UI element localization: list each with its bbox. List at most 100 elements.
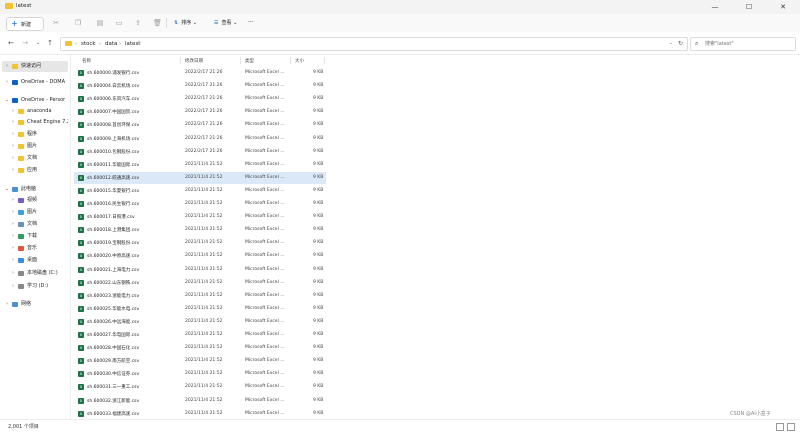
table-row[interactable]: x sh.600010.包钢股份.csv 2022/2/17 21:26 Micros… [74, 146, 326, 158]
table-row[interactable]: x sh.600008.首创环保.csv 2022/2/17 21:26 Micros… [74, 119, 326, 131]
details-view-icon[interactable] [776, 423, 784, 431]
sidebar-item[interactable]: › 学习 (D:) [2, 281, 68, 292]
search-input[interactable] [705, 39, 791, 48]
column-divider[interactable] [180, 57, 181, 64]
expand-chevron-icon[interactable]: › [10, 268, 16, 279]
sidebar-item[interactable]: › 图片 [2, 207, 68, 218]
expand-chevron-icon[interactable]: › [10, 106, 16, 117]
expand-chevron-icon[interactable]: › [10, 231, 16, 242]
column-divider[interactable] [290, 57, 291, 64]
expand-chevron-icon[interactable]: › [10, 153, 16, 164]
column-header-type[interactable]: 类型 [245, 58, 254, 64]
sidebar-item[interactable]: › Cheat Engine 7.2 [2, 117, 68, 128]
expand-chevron-icon[interactable]: › [10, 117, 16, 128]
sidebar-item[interactable]: › 下载 [2, 231, 68, 242]
expand-chevron-icon[interactable]: › [4, 77, 10, 88]
table-row[interactable]: x sh.600009.上海机场.csv 2022/2/17 21:26 Micros… [74, 133, 326, 145]
sidebar-item[interactable]: › 桌面 [2, 255, 68, 266]
breadcrumb-data[interactable]: data [105, 41, 117, 47]
sidebar-item[interactable]: › 程序 [2, 129, 68, 140]
close-button[interactable]: ✕ [766, 0, 800, 14]
forward-arrow-icon[interactable]: → [20, 39, 30, 47]
column-header-name[interactable]: 名称 [82, 58, 91, 64]
breadcrumb-latest[interactable]: latest [125, 41, 140, 47]
column-header-date[interactable]: 修改日期 [185, 58, 203, 64]
table-row[interactable]: x sh.600032.浙江新能.csv 2021/11/4 21:52 Micros… [74, 395, 326, 407]
expand-chevron-icon[interactable]: › [4, 61, 10, 72]
expand-chevron-icon[interactable]: › [10, 281, 16, 292]
sidebar-item[interactable]: › 音乐 [2, 243, 68, 254]
table-row[interactable]: x sh.600033.福建高速.csv 2021/11/4 21:52 Micros… [74, 408, 326, 419]
column-divider[interactable] [240, 57, 241, 64]
table-row[interactable]: x sh.600027.华电国际.csv 2021/11/4 21:52 Micros… [74, 329, 326, 341]
table-row[interactable]: x sh.600022.山东钢铁.csv 2021/11/4 21:52 Micros… [74, 277, 326, 289]
paste-icon[interactable]: ▤ [96, 19, 104, 27]
sidebar-item[interactable]: › OneDrive - DOMA [2, 77, 68, 88]
table-row[interactable]: x sh.600007.中国国贸.csv 2022/2/17 21:26 Micros… [74, 106, 326, 118]
sidebar-item[interactable]: › 文档 [2, 219, 68, 230]
table-row[interactable]: x sh.600019.宝钢股份.csv 2021/11/4 21:52 Micros… [74, 237, 326, 249]
cut-icon[interactable]: ✂ [52, 19, 60, 27]
sidebar-item[interactable]: › 应用 [2, 165, 68, 176]
expand-chevron-icon[interactable]: › [10, 207, 16, 218]
sidebar-item[interactable]: › 图片 [2, 141, 68, 152]
sort-dropdown[interactable]: ⇅ 排序 ⌄ [174, 19, 197, 27]
table-row[interactable]: x sh.600026.中远海能.csv 2021/11/4 21:52 Micros… [74, 316, 326, 328]
expand-chevron-icon[interactable]: › [10, 129, 16, 140]
table-row[interactable]: x sh.600017.日照港.csv 2021/11/4 21:52 Microso… [74, 211, 326, 223]
minimize-button[interactable]: — [698, 0, 732, 14]
sidebar-item[interactable]: › 视频 [2, 195, 68, 206]
expand-chevron-icon[interactable]: › [10, 165, 16, 176]
table-row[interactable]: x sh.600004.白云机场.csv 2022/2/17 21:26 Micros… [74, 80, 326, 92]
rename-icon[interactable]: ▭ [115, 19, 123, 27]
copy-icon[interactable]: ❐ [74, 19, 82, 27]
table-row[interactable]: x sh.600029.南方航空.csv 2021/11/4 21:52 Micros… [74, 355, 326, 367]
view-dropdown[interactable]: ☰ 查看 ⌄ [214, 19, 237, 27]
new-button[interactable]: + 新建 [6, 17, 44, 31]
table-row[interactable]: x sh.600015.华夏银行.csv 2021/11/4 21:52 Micros… [74, 185, 326, 197]
search-box[interactable]: ⌕ [690, 37, 796, 51]
more-options-button[interactable]: ··· [248, 19, 254, 27]
sidebar-item[interactable]: › 网络 [2, 299, 68, 310]
sidebar-item[interactable]: › 本地磁盘 (C:) [2, 268, 68, 279]
table-row[interactable]: x sh.600011.华能国际.csv 2021/11/4 21:52 Micros… [74, 159, 326, 171]
breadcrumb-stock[interactable]: stock [81, 41, 96, 47]
column-divider[interactable] [324, 57, 325, 64]
table-row[interactable]: x sh.600028.中国石化.csv 2021/11/4 21:52 Micros… [74, 342, 326, 354]
table-row[interactable]: x sh.600031.三一重工.csv 2021/11/4 21:52 Micros… [74, 381, 326, 393]
expand-chevron-icon[interactable]: › [10, 219, 16, 230]
address-box[interactable]: › stock › data › latest ⌄ ↻ [60, 37, 688, 51]
table-row[interactable]: x sh.600030.中信证券.csv 2021/11/4 21:52 Micros… [74, 368, 326, 380]
table-row[interactable]: x sh.600016.民生银行.csv 2021/11/4 21:52 Micros… [74, 198, 326, 210]
expand-chevron-icon[interactable]: › [4, 299, 10, 310]
refresh-icon[interactable]: ↻ [678, 40, 683, 47]
expand-chevron-icon[interactable]: › [10, 243, 16, 254]
table-row[interactable]: x sh.600000.浦发银行.csv 2022/2/17 21:26 Micros… [74, 67, 326, 79]
table-row[interactable]: x sh.600012.皖通高速.csv 2021/11/4 21:52 Micros… [74, 171, 326, 184]
expand-chevron-icon[interactable]: › [10, 255, 16, 266]
expand-chevron-icon[interactable]: ⌄ [4, 95, 10, 106]
sidebar-item[interactable]: › anaconda [2, 106, 68, 117]
sidebar-item[interactable]: › 文档 [2, 153, 68, 164]
column-header-size[interactable]: 大小 [295, 58, 304, 64]
sidebar-item[interactable]: › 快速访问 [2, 61, 68, 72]
table-row[interactable]: x sh.600025.华能水电.csv 2021/11/4 21:52 Micros… [74, 303, 326, 315]
address-dropdown-icon[interactable]: ⌄ [669, 40, 673, 46]
sidebar-item[interactable]: ⌄ OneDrive - Persor [2, 95, 68, 106]
expand-chevron-icon[interactable]: › [10, 141, 16, 152]
table-row[interactable]: x sh.600023.浙能电力.csv 2021/11/4 21:52 Micros… [74, 290, 326, 302]
expand-chevron-icon[interactable]: › [10, 195, 16, 206]
sidebar-item[interactable]: ⌄ 此电脑 [2, 184, 68, 195]
back-arrow-icon[interactable]: ← [6, 39, 16, 47]
maximize-button[interactable]: ☐ [732, 0, 766, 14]
recent-chevron-icon[interactable]: ⌄ [33, 39, 43, 47]
share-icon[interactable]: ⇪ [134, 19, 142, 27]
table-row[interactable]: x sh.600006.东风汽车.csv 2022/2/17 21:26 Micros… [74, 93, 326, 105]
table-row[interactable]: x sh.600021.上海电力.csv 2021/11/4 21:52 Micros… [74, 264, 326, 276]
table-row[interactable]: x sh.600020.中原高速.csv 2021/11/4 21:52 Micros… [74, 250, 326, 262]
expand-chevron-icon[interactable]: ⌄ [4, 184, 10, 195]
tiles-view-icon[interactable] [787, 423, 795, 431]
up-arrow-icon[interactable]: ↑ [45, 39, 55, 47]
delete-icon[interactable]: 🗑 [153, 19, 162, 27]
table-row[interactable]: x sh.600018.上港集团.csv 2021/11/4 21:52 Micros… [74, 224, 326, 236]
